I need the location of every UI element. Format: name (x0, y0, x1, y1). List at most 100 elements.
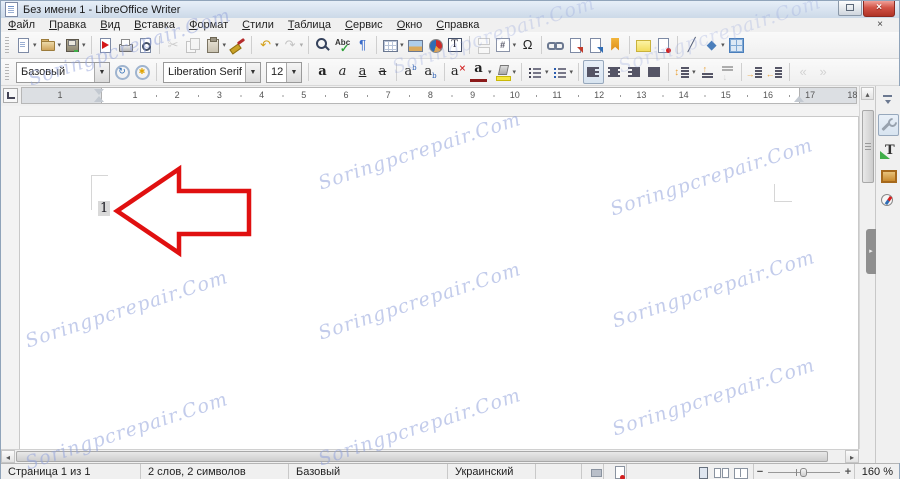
update-style-button[interactable] (113, 61, 132, 83)
window-close-button[interactable]: × (863, 1, 895, 17)
redo-dropdown-arrow[interactable]: ▾ (300, 41, 304, 49)
align-justify-button[interactable] (645, 61, 664, 83)
formatting-marks-button[interactable]: ¶ (353, 34, 372, 56)
styles-deck-button[interactable] (879, 141, 898, 161)
toolbar-grip[interactable] (5, 37, 9, 53)
font-name-combo[interactable]: Liberation Serif ▼ (163, 61, 261, 83)
scroll-up-icon[interactable]: ▴ (861, 87, 874, 100)
italic-button[interactable]: a (333, 61, 352, 83)
zoom-out-button[interactable]: − (754, 466, 766, 478)
sidebar-hide-handle[interactable]: ▸ (866, 229, 876, 274)
insert-field-dropdown-arrow[interactable]: ▾ (513, 41, 517, 49)
find-replace-button[interactable] (313, 34, 332, 56)
vertical-scrollbar[interactable]: ▴ ▾ (859, 86, 875, 463)
sidebar-settings-button[interactable] (879, 89, 898, 109)
right-indent-marker[interactable] (794, 96, 804, 102)
insert-footnote-button[interactable] (566, 34, 585, 56)
menu-item-window[interactable]: Окно (390, 19, 430, 31)
insert-table-dropdown-arrow[interactable]: ▾ (400, 41, 404, 49)
status-document-modified[interactable] (604, 464, 627, 479)
toolbar-grip[interactable] (5, 64, 9, 80)
status-page-count[interactable]: Страница 1 из 1 (1, 464, 141, 479)
new-document-dropdown-arrow[interactable]: ▾ (33, 41, 37, 49)
paste-dropdown-arrow[interactable]: ▾ (223, 41, 227, 49)
properties-deck-button[interactable] (878, 114, 899, 136)
save-dropdown-arrow[interactable]: ▾ (82, 41, 86, 49)
chevron-down-icon[interactable]: ▼ (245, 62, 260, 82)
scroll-left-icon[interactable]: ◂ (1, 450, 15, 463)
superscript-button[interactable]: a (401, 61, 420, 83)
zoom-in-button[interactable]: + (842, 466, 854, 478)
tab-stop-type-selector[interactable] (3, 88, 18, 103)
insert-image-button[interactable] (406, 34, 425, 56)
document-close-button[interactable]: × (877, 19, 883, 30)
gallery-deck-button[interactable] (879, 166, 898, 186)
increase-indent-button[interactable] (746, 61, 765, 83)
undo-dropdown-arrow[interactable]: ▾ (275, 41, 279, 49)
book-view-button[interactable] (731, 461, 750, 479)
menu-item-help[interactable]: Справка (429, 19, 486, 31)
align-right-button[interactable] (625, 61, 644, 83)
underline-button[interactable]: a (353, 61, 372, 83)
insert-special-char-button[interactable]: Ω (518, 34, 537, 56)
zoom-slider-thumb[interactable] (800, 467, 807, 477)
insert-table-button[interactable]: ▾ (381, 34, 405, 56)
menu-item-edit[interactable]: Правка (42, 19, 93, 31)
menu-item-styles[interactable]: Стили (235, 19, 281, 31)
print-preview-button[interactable] (136, 34, 155, 56)
new-document-button[interactable]: ▾ (14, 34, 38, 56)
window-restore-button[interactable] (838, 1, 862, 16)
single-page-view-button[interactable] (693, 461, 712, 479)
basic-shapes-dropdown-arrow[interactable]: ▾ (721, 41, 725, 49)
subscript-button[interactable]: a (421, 61, 440, 83)
highlight-color-button[interactable]: ▾ (494, 61, 518, 83)
insert-comment-button[interactable] (634, 34, 653, 56)
bullet-list-button[interactable]: ▾ (526, 61, 550, 83)
line-spacing-button[interactable]: ▾ (673, 61, 697, 83)
insert-line-button[interactable]: ╱ (682, 34, 701, 56)
open-button[interactable]: ▾ (39, 34, 63, 56)
numbered-list-button[interactable]: ▾ (551, 61, 575, 83)
chevron-down-icon[interactable]: ▼ (286, 62, 301, 82)
new-style-button[interactable] (133, 61, 152, 83)
show-draw-functions-button[interactable] (727, 34, 746, 56)
undo-button[interactable]: ↶ ▾ (256, 34, 280, 56)
align-center-button[interactable] (605, 61, 624, 83)
insert-chart-button[interactable] (426, 34, 445, 56)
status-language[interactable]: Украинский (448, 464, 536, 479)
zoom-level[interactable]: 160 % (854, 464, 899, 479)
spelling-button[interactable] (333, 34, 353, 57)
zoom-slider[interactable] (768, 466, 840, 479)
clone-formatting-button[interactable] (228, 34, 247, 56)
status-page-style[interactable]: Базовый (289, 464, 448, 479)
increase-paragraph-spacing-button[interactable] (698, 61, 717, 83)
insert-field-button[interactable]: ▾ (494, 34, 518, 56)
clear-formatting-button[interactable]: a (449, 61, 468, 83)
menu-item-insert[interactable]: Вставка (127, 19, 182, 31)
open-dropdown-arrow[interactable]: ▾ (58, 41, 62, 49)
status-word-count[interactable]: 2 слов, 2 символов (141, 464, 289, 479)
align-left-button[interactable] (583, 60, 605, 84)
insert-endnote-button[interactable] (586, 34, 605, 56)
line-spacing-dropdown-arrow[interactable]: ▾ (692, 68, 696, 76)
decrease-indent-button[interactable] (766, 61, 785, 83)
export-pdf-button[interactable] (96, 34, 115, 56)
navigator-deck-button[interactable] (879, 191, 898, 211)
font-size-combo[interactable]: 12 ▼ (266, 61, 302, 83)
chevron-down-icon[interactable]: ▼ (94, 62, 109, 82)
save-button[interactable]: ▾ (63, 34, 87, 56)
scroll-right-icon[interactable]: ▸ (845, 450, 859, 463)
multi-page-view-button[interactable] (712, 461, 731, 479)
track-changes-button[interactable] (654, 34, 673, 56)
highlight-color-dropdown-arrow[interactable]: ▾ (513, 68, 517, 76)
print-button[interactable] (116, 34, 135, 56)
menu-item-view[interactable]: Вид (93, 19, 127, 31)
menu-item-table[interactable]: Таблица (281, 19, 338, 31)
status-selection-mode[interactable] (582, 464, 604, 479)
strikethrough-button[interactable]: a (373, 61, 392, 83)
insert-hyperlink-button[interactable] (546, 34, 565, 56)
menu-item-format[interactable]: Формат (182, 19, 235, 31)
horizontal-ruler[interactable]: 1 1 2 3 4 5 6 7 8 9 10 11 12 13 14 15 16 17 18 (21, 87, 857, 104)
basic-shapes-button[interactable]: ◆ ▾ (702, 34, 726, 56)
bullet-list-dropdown-arrow[interactable]: ▾ (545, 68, 549, 76)
